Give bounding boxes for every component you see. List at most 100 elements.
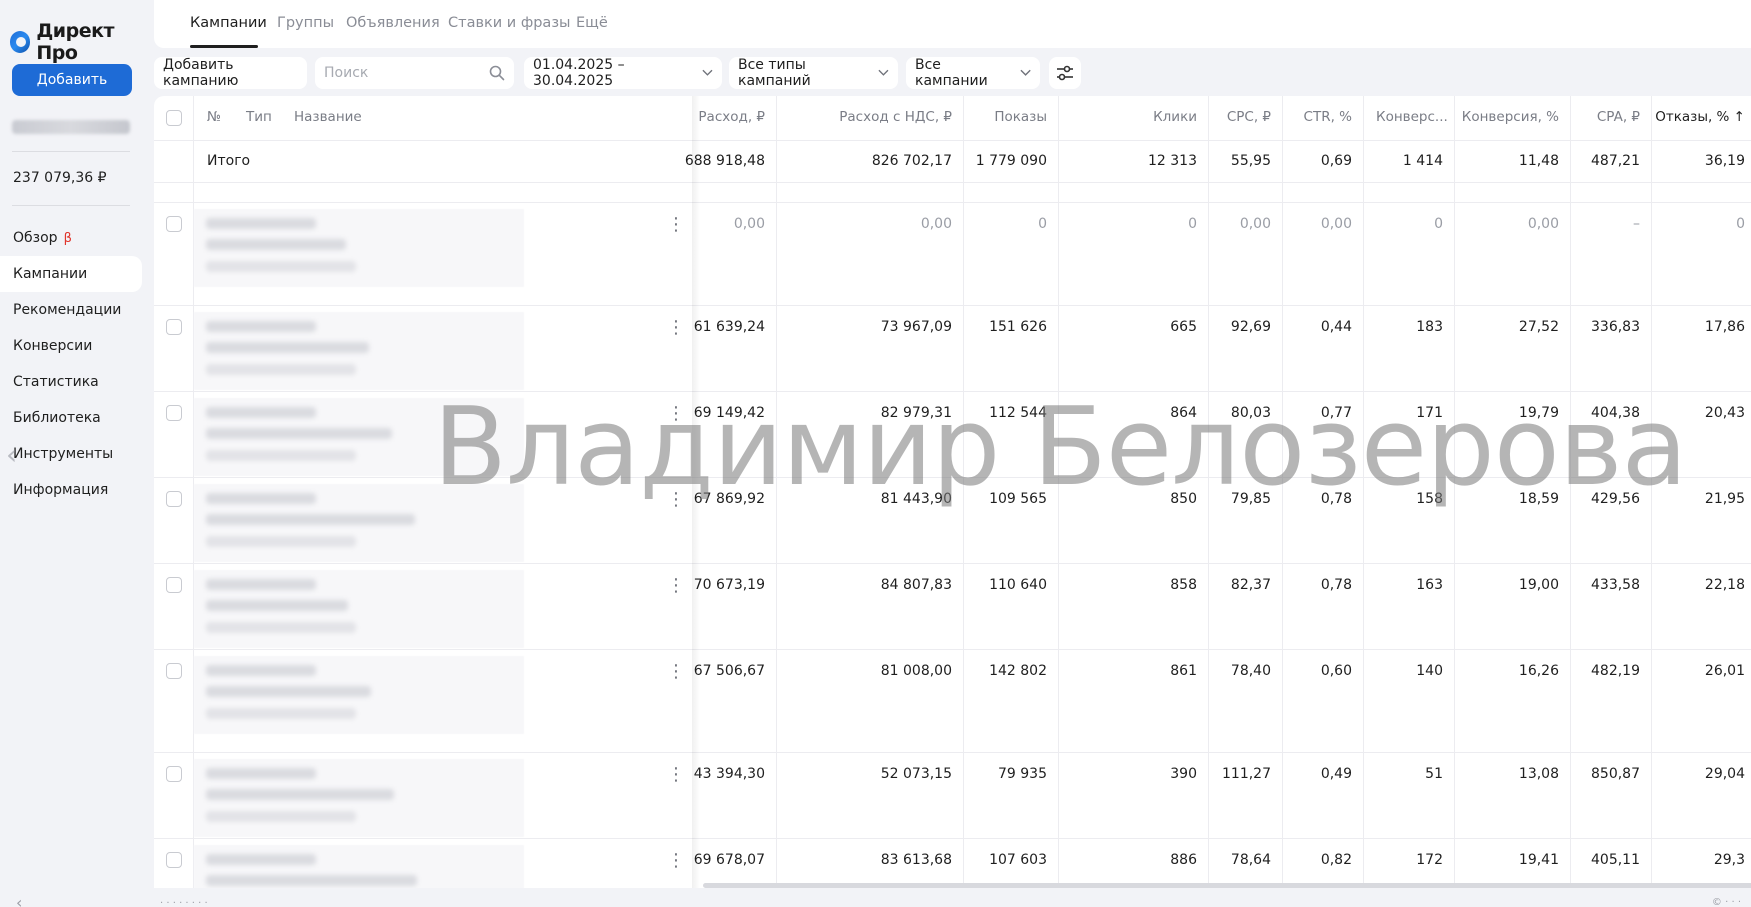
- row-menu-icon[interactable]: ⋮: [667, 491, 685, 509]
- table-row[interactable]: ⋮ 67 506,67 81 008,00 142 802 861 78,40 0,60 14…: [154, 650, 1751, 753]
- cell-conversions: 172: [1416, 852, 1443, 868]
- tab-campaigns[interactable]: Кампании: [190, 15, 267, 31]
- col-spend-vat[interactable]: Расход с НДС, ₽: [794, 109, 952, 125]
- sidebar-item-campaigns[interactable]: Кампании: [0, 256, 142, 292]
- row-menu-icon[interactable]: ⋮: [667, 663, 685, 681]
- add-button[interactable]: Добавить: [12, 64, 132, 96]
- campaign-filter-label: Все кампании: [915, 57, 988, 89]
- cell-cpa: 336,83: [1591, 319, 1640, 335]
- tab-more[interactable]: Ещё: [576, 15, 608, 31]
- sidebar-item-label: Библиотека: [13, 410, 101, 426]
- row-checkbox[interactable]: [166, 491, 182, 507]
- cell-impressions: 109 565: [989, 491, 1047, 507]
- row-checkbox[interactable]: [166, 766, 182, 782]
- row-menu-icon[interactable]: ⋮: [667, 766, 685, 784]
- table-row[interactable]: ⋮ 67 869,92 81 443,90 109 565 850 79,85 0,78 15…: [154, 478, 1751, 564]
- chevron-left-icon[interactable]: ‹: [16, 893, 22, 907]
- campaign-info-blurred[interactable]: [194, 845, 524, 888]
- col-type[interactable]: Тип: [246, 109, 272, 125]
- row-checkbox[interactable]: [166, 663, 182, 679]
- row-checkbox[interactable]: [166, 216, 182, 232]
- row-menu-icon[interactable]: ⋮: [667, 319, 685, 337]
- row-menu-icon[interactable]: ⋮: [667, 216, 685, 234]
- col-cpc[interactable]: CPC, ₽: [1214, 109, 1271, 125]
- col-cpa[interactable]: CPA, ₽: [1575, 109, 1640, 125]
- campaign-info-blurred[interactable]: [194, 570, 524, 648]
- sidebar-item-overview[interactable]: Обзор β: [0, 220, 150, 256]
- total-row: Итого 688 918,48 826 702,17 1 779 090 12…: [154, 141, 1751, 183]
- cell-clicks: 864: [1170, 405, 1197, 421]
- col-bounces-sorted[interactable]: Отказы, % ↑: [1654, 109, 1745, 125]
- campaign-filter-select[interactable]: Все кампании: [906, 57, 1040, 89]
- tab-groups[interactable]: Группы: [277, 15, 334, 31]
- total-clicks: 12 313: [1148, 153, 1197, 169]
- table-settings-button[interactable]: [1049, 57, 1081, 89]
- col-name[interactable]: Название: [294, 109, 362, 125]
- campaign-info-blurred[interactable]: [194, 312, 524, 390]
- sticky-column-shadow: [692, 96, 700, 888]
- sidebar-item-tools[interactable]: Инструменты: [0, 436, 150, 472]
- campaign-type-select[interactable]: Все типы кампаний: [729, 57, 898, 89]
- date-range-picker[interactable]: 01.04.2025 – 30.04.2025: [524, 57, 722, 89]
- sidebar-item-library[interactable]: Библиотека: [0, 400, 150, 436]
- cell-conversions: 51: [1425, 766, 1443, 782]
- sidebar-item-statistics[interactable]: Статистика: [0, 364, 150, 400]
- campaigns-table: № Тип Название Расход, ₽ Расход с НДС, ₽…: [154, 96, 1751, 888]
- col-ctr[interactable]: CTR, %: [1287, 109, 1352, 125]
- table-row[interactable]: ⋮ 69 149,42 82 979,31 112 544 864 80,03 0,77 17…: [154, 392, 1751, 478]
- tab-ads[interactable]: Объявления: [346, 15, 440, 31]
- campaign-info-blurred[interactable]: [194, 398, 524, 476]
- select-all-checkbox[interactable]: [166, 110, 182, 126]
- col-number[interactable]: №: [207, 109, 221, 125]
- horizontal-scrollbar[interactable]: [703, 883, 1751, 888]
- cell-clicks: 390: [1170, 766, 1197, 782]
- cell-conversions: 183: [1416, 319, 1443, 335]
- campaign-info-blurred[interactable]: [194, 209, 524, 287]
- logo[interactable]: Директ Про: [10, 20, 152, 64]
- footer-links-blurred: · · · · · · · ·: [160, 898, 208, 907]
- cell-bounces: 17,86: [1704, 319, 1745, 335]
- account-name-blurred[interactable]: [12, 120, 130, 134]
- tab-bids-phrases[interactable]: Ставки и фразы: [448, 15, 570, 31]
- table-row[interactable]: ⋮ 70 673,19 84 807,83 110 640 858 82,37 0,78 16…: [154, 564, 1751, 650]
- add-campaign-button[interactable]: Добавить кампанию: [154, 57, 307, 89]
- cell-conv-rate: 27,52: [1518, 319, 1559, 335]
- campaign-info-blurred[interactable]: [194, 759, 524, 837]
- cell-cpc: 79,85: [1230, 491, 1271, 507]
- total-impressions: 1 779 090: [975, 153, 1047, 169]
- cell-ctr: 0,00: [1320, 216, 1352, 232]
- campaign-info-blurred[interactable]: [194, 484, 524, 562]
- campaign-info-blurred[interactable]: [194, 656, 524, 734]
- cell-cpa: 850,87: [1591, 766, 1640, 782]
- cell-cpa: 433,58: [1591, 577, 1640, 593]
- cell-impressions: 110 640: [989, 577, 1047, 593]
- col-conversions[interactable]: Конверс...: [1376, 109, 1448, 125]
- balance[interactable]: 237 079,36 ₽: [13, 170, 107, 186]
- cell-impressions: 0: [1038, 216, 1047, 232]
- row-checkbox[interactable]: [166, 852, 182, 868]
- table-row[interactable]: ⋮ 0,00 0,00 0 0 0,00 0,00 0 0,00–0: [154, 203, 1751, 306]
- sidebar-item-info[interactable]: Информация: [0, 472, 150, 508]
- sidebar-item-recommendations[interactable]: Рекомендации: [0, 292, 150, 328]
- cell-bounces: 29,3: [1713, 852, 1745, 868]
- sidebar: Директ Про Добавить 237 079,36 ₽ Обзор β…: [0, 0, 152, 907]
- row-menu-icon[interactable]: ⋮: [667, 577, 685, 595]
- col-impressions[interactable]: Показы: [974, 109, 1047, 125]
- cell-impressions: 112 544: [989, 405, 1047, 421]
- search-input[interactable]: Поиск: [315, 57, 514, 89]
- row-menu-icon[interactable]: ⋮: [667, 405, 685, 423]
- row-checkbox[interactable]: [166, 405, 182, 421]
- table-row[interactable]: ⋮ 69 678,07 83 613,68 107 603 886 78,64 0,82 17…: [154, 839, 1751, 888]
- row-checkbox[interactable]: [166, 319, 182, 335]
- col-clicks[interactable]: Клики: [1074, 109, 1197, 125]
- collapse-sidebar-icon[interactable]: ‹: [6, 438, 17, 471]
- cell-clicks: 850: [1170, 491, 1197, 507]
- row-menu-icon[interactable]: ⋮: [667, 852, 685, 870]
- sidebar-item-conversions[interactable]: Конверсии: [0, 328, 150, 364]
- col-conversion-rate[interactable]: Конверсия, %: [1460, 109, 1559, 125]
- total-cpa: 487,21: [1591, 153, 1640, 169]
- cell-spend-vat: 84 807,83: [880, 577, 952, 593]
- table-row[interactable]: ⋮ 61 639,24 73 967,09 151 626 665 92,69 0,44 18…: [154, 306, 1751, 392]
- table-row[interactable]: ⋮ 43 394,30 52 073,15 79 935 390 111,27 0,49 51…: [154, 753, 1751, 839]
- row-checkbox[interactable]: [166, 577, 182, 593]
